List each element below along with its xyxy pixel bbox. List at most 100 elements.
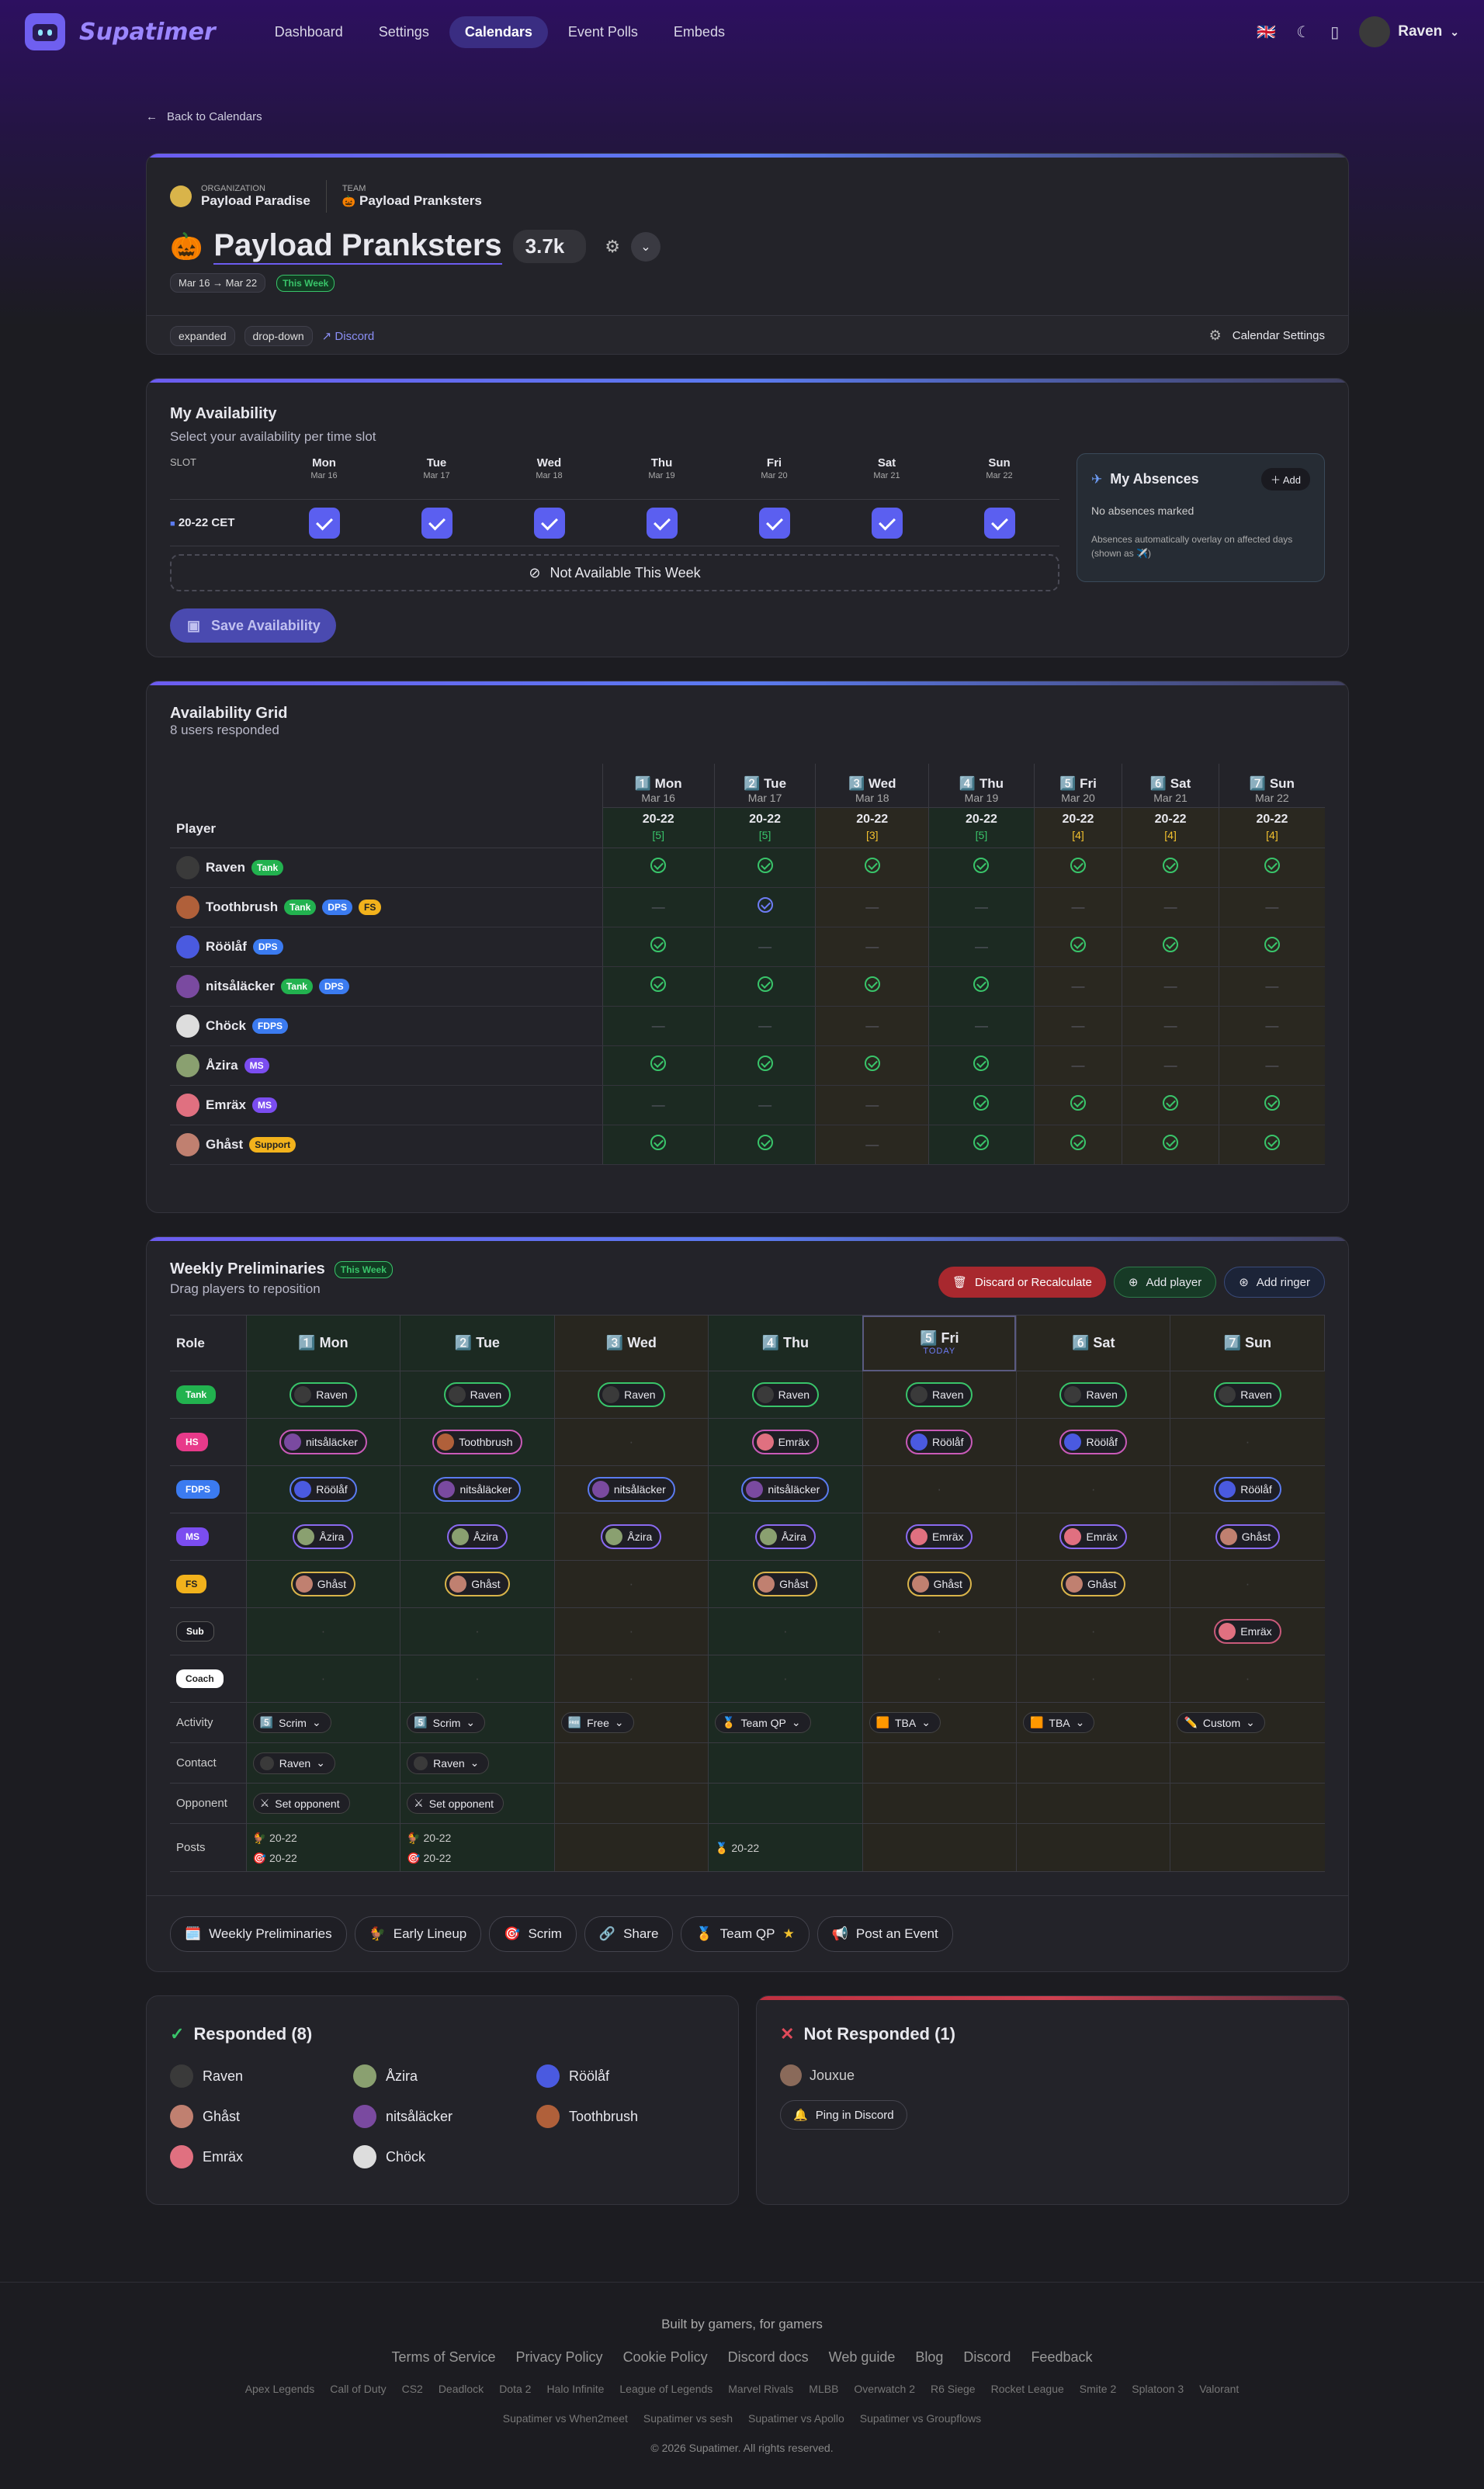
availability-cell[interactable] bbox=[928, 1085, 1035, 1125]
save-availability-button[interactable]: ▣ Save Availability bbox=[170, 608, 336, 643]
player-pill[interactable]: nitsåläcker bbox=[433, 1477, 522, 1502]
post-entry[interactable]: 🐓 20-22 bbox=[407, 1828, 553, 1848]
footer-link[interactable]: Discord docs bbox=[728, 2349, 809, 2366]
contact-select[interactable]: Raven ⌄ bbox=[407, 1752, 490, 1774]
player-pill[interactable]: nitsåläcker bbox=[741, 1477, 830, 1502]
lineup-slot[interactable]: Åzira bbox=[400, 1513, 555, 1561]
nav-dashboard[interactable]: Dashboard bbox=[259, 16, 359, 48]
footer-link[interactable]: Dota 2 bbox=[499, 2383, 531, 2395]
availability-cell[interactable]: — bbox=[1122, 966, 1219, 1007]
footer-link[interactable]: Web guide bbox=[829, 2349, 896, 2366]
footer-link[interactable]: CS2 bbox=[402, 2383, 423, 2395]
post-entry[interactable]: 🐓 20-22 bbox=[253, 1828, 400, 1848]
player-pill[interactable]: Toothbrush bbox=[432, 1430, 522, 1454]
footer-link[interactable]: Blog bbox=[915, 2349, 943, 2366]
availability-cell[interactable]: — bbox=[1033, 966, 1122, 1007]
action-share[interactable]: 🔗 Share bbox=[584, 1916, 674, 1952]
language-flag-icon[interactable]: 🇬🇧 bbox=[1257, 23, 1276, 42]
lineup-slot[interactable]: Raven bbox=[400, 1371, 555, 1419]
action-team-qp[interactable]: 🏅 Team QP ★ bbox=[681, 1916, 810, 1952]
availability-cell[interactable]: — bbox=[928, 927, 1035, 967]
availability-cell[interactable] bbox=[928, 1045, 1035, 1086]
logo-icon[interactable] bbox=[25, 13, 65, 50]
nav-embeds[interactable]: Embeds bbox=[658, 16, 740, 48]
player-pill[interactable]: Röölåf bbox=[1214, 1477, 1281, 1502]
player-pill[interactable]: Raven bbox=[1059, 1382, 1127, 1407]
availability-cell[interactable] bbox=[713, 887, 816, 927]
lineup-slot[interactable]: · bbox=[553, 1655, 709, 1703]
availability-cell[interactable]: — bbox=[602, 887, 715, 927]
availability-cell[interactable] bbox=[1218, 848, 1325, 888]
lineup-slot[interactable]: nitsåläcker bbox=[553, 1465, 709, 1513]
availability-cell[interactable]: — bbox=[815, 927, 929, 967]
back-link[interactable]: ← Back to Calendars bbox=[146, 110, 1349, 123]
lineup-slot[interactable]: Toothbrush bbox=[400, 1418, 555, 1466]
nav-event-polls[interactable]: Event Polls bbox=[553, 16, 654, 48]
discard-recalculate-button[interactable]: 🗑 Discard or Recalculate bbox=[938, 1267, 1106, 1298]
availability-cell[interactable] bbox=[1218, 1125, 1325, 1165]
availability-cell[interactable]: — bbox=[1122, 887, 1219, 927]
availability-cell[interactable]: — bbox=[928, 1006, 1035, 1046]
activity-select[interactable]: 🟧 TBA ⌄ bbox=[869, 1712, 941, 1733]
lineup-slot[interactable]: · bbox=[862, 1655, 1017, 1703]
availability-cell[interactable] bbox=[602, 1045, 715, 1086]
book-icon[interactable]: ▯ bbox=[1330, 23, 1339, 42]
footer-link[interactable]: Supatimer vs Groupflows bbox=[860, 2412, 981, 2425]
lineup-slot[interactable]: Ghåst bbox=[1170, 1513, 1325, 1561]
lineup-slot[interactable]: Raven bbox=[862, 1371, 1017, 1419]
player-pill[interactable]: Raven bbox=[1214, 1382, 1281, 1407]
availability-cell[interactable] bbox=[713, 848, 816, 888]
footer-link[interactable]: Supatimer vs sesh bbox=[643, 2412, 733, 2425]
availability-cell[interactable] bbox=[1033, 927, 1122, 967]
availability-cell[interactable]: — bbox=[1033, 887, 1122, 927]
lineup-slot[interactable]: · bbox=[862, 1465, 1017, 1513]
action-scrim[interactable]: 🎯 Scrim bbox=[489, 1916, 577, 1952]
lineup-slot[interactable]: · bbox=[1015, 1607, 1170, 1655]
availability-cell[interactable]: — bbox=[1033, 1006, 1122, 1046]
availability-cell[interactable] bbox=[713, 1125, 816, 1165]
footer-link[interactable]: Marvel Rivals bbox=[728, 2383, 793, 2395]
player-pill[interactable]: nitsåläcker bbox=[279, 1430, 367, 1454]
player-pill[interactable]: Åzira bbox=[601, 1524, 662, 1549]
lineup-slot[interactable]: · bbox=[1015, 1465, 1170, 1513]
lineup-slot[interactable]: Raven bbox=[1170, 1371, 1325, 1419]
availability-cell[interactable] bbox=[928, 1125, 1035, 1165]
availability-cell[interactable] bbox=[713, 1045, 816, 1086]
lineup-slot[interactable]: Raven bbox=[553, 1371, 709, 1419]
lineup-slot[interactable]: Ghåst bbox=[245, 1560, 400, 1608]
nav-settings[interactable]: Settings bbox=[363, 16, 445, 48]
lineup-slot[interactable]: · bbox=[708, 1655, 863, 1703]
footer-link[interactable]: Halo Infinite bbox=[546, 2383, 604, 2395]
lineup-slot[interactable]: Åzira bbox=[553, 1513, 709, 1561]
add-player-button[interactable]: ⊕ Add player bbox=[1113, 1267, 1217, 1298]
lineup-slot[interactable]: · bbox=[1170, 1560, 1325, 1608]
footer-link[interactable]: Overwatch 2 bbox=[854, 2383, 915, 2395]
chevron-down-icon[interactable]: ⌄ bbox=[631, 231, 661, 262]
availability-cell[interactable] bbox=[815, 966, 929, 1007]
gear-icon[interactable]: ⚙ bbox=[605, 237, 620, 257]
footer-link[interactable]: Apex Legends bbox=[245, 2383, 315, 2395]
footer-link[interactable]: Supatimer vs Apollo bbox=[748, 2412, 844, 2425]
availability-cell[interactable]: — bbox=[815, 1006, 929, 1046]
player-pill[interactable]: Emräx bbox=[1059, 1524, 1127, 1549]
lineup-slot[interactable]: Åzira bbox=[245, 1513, 400, 1561]
mode-chip-dropdown[interactable]: drop-down bbox=[244, 325, 313, 346]
availability-cell[interactable] bbox=[1122, 927, 1219, 967]
lineup-slot[interactable]: · bbox=[245, 1607, 400, 1655]
calendar-settings-button[interactable]: ⚙ Calendar Settings bbox=[1209, 328, 1325, 344]
player-pill[interactable]: Raven bbox=[751, 1382, 820, 1407]
availability-cell[interactable]: — bbox=[815, 1125, 929, 1165]
moon-icon[interactable]: ☾ bbox=[1296, 23, 1310, 42]
discord-link[interactable]: ↗ Discord bbox=[322, 329, 375, 343]
lineup-slot[interactable]: Raven bbox=[1015, 1371, 1170, 1419]
lineup-slot[interactable]: · bbox=[400, 1655, 555, 1703]
player-pill[interactable]: Åzira bbox=[446, 1524, 508, 1549]
availability-cell[interactable]: — bbox=[815, 887, 929, 927]
lineup-slot[interactable]: Emräx bbox=[1170, 1607, 1325, 1655]
availability-cell[interactable]: — bbox=[1218, 887, 1325, 927]
contact-select[interactable]: Raven ⌄ bbox=[252, 1752, 335, 1774]
lineup-slot[interactable]: Röölåf bbox=[1170, 1465, 1325, 1513]
player-pill[interactable]: Röölåf bbox=[906, 1430, 973, 1454]
player-pill[interactable]: Ghåst bbox=[1061, 1572, 1126, 1596]
lineup-slot[interactable]: · bbox=[1170, 1418, 1325, 1466]
